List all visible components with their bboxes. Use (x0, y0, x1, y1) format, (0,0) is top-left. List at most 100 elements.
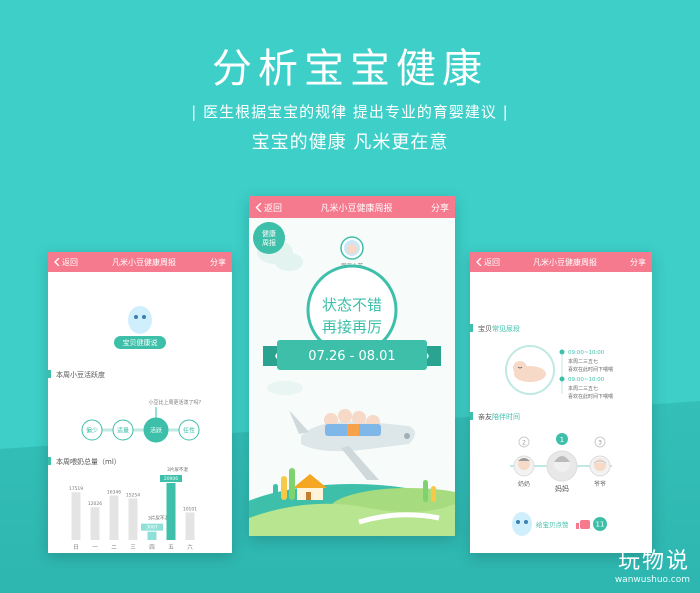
mother-avatar (546, 450, 578, 482)
bar (71, 492, 81, 540)
data-label: 16346 (107, 489, 121, 495)
section-marker (48, 457, 51, 465)
back-label: 返回 (484, 257, 500, 267)
tick-label: 五 (168, 544, 174, 551)
chevron-left-icon (476, 258, 482, 266)
back-button[interactable]: 返回 (54, 257, 78, 268)
rank-number: 1 (560, 436, 564, 444)
section-marker (470, 412, 473, 420)
milk-chart: 日 17519 一 12026 二 16346 三 15254 四 3067 3片尿不湿五 20906… (69, 466, 197, 551)
weekly-report-tag-line1: 健康 (262, 229, 276, 238)
family-title-highlight: 陪伴时间 (492, 412, 520, 421)
left-phone-screen: 返回 凡米小豆健康周报 分享 宝贝健康说 本周小豆活跃度 小豆比上周更活泼了吗？… (48, 252, 232, 553)
hero-title: 分析宝宝健康 (212, 46, 488, 92)
bar (109, 495, 119, 540)
left-phone-body: 宝贝健康说 本周小豆活跃度 小豆比上周更活泼了吗？ 偏少 适量 活跃 任性 本周喂奶总… (48, 306, 204, 551)
activity-question: 小豆比上周更活泼了吗？ (148, 399, 203, 406)
sleep-time: 09:00~10:00 (568, 377, 605, 383)
mascot-icon (128, 306, 152, 334)
left-phone-header: 返回 凡米小豆健康周报 分享 (48, 252, 232, 272)
status-line1: 状态不错 (322, 296, 382, 314)
bar (185, 512, 195, 540)
bar (128, 498, 138, 540)
right-phone-header: 返回 凡米小豆健康周报 分享 (470, 252, 652, 272)
milk-chart-title: 本周喂奶总量（ml） (56, 457, 121, 466)
tick-label: 二 (111, 545, 117, 551)
header-title: 凡米小豆健康周报 (533, 257, 597, 267)
right-phone-body: 宝贝常见尿段 09:00~10:00 本周二三五七 喜欢在此时间下喂喂 09:0… (470, 324, 613, 536)
sleep-time: 09:00~10:00 (568, 350, 605, 356)
like-label: 给宝贝点赞 (536, 520, 569, 529)
activity-level-label: 偏少 (86, 427, 98, 435)
chevron-left-icon (54, 258, 60, 266)
center-phone-body: 健康 周报 凤豆小花 状态不错 再接再厉 07.26 - 08.01 (249, 218, 455, 536)
center-phone-header: 返回 凡米小豆健康周报 分享 (249, 196, 455, 218)
grandma-avatar (513, 455, 535, 477)
weekly-report-tag-line2: 周报 (262, 238, 276, 247)
activity-title: 本周小豆活跃度 (56, 370, 105, 379)
timeline-dot (559, 349, 565, 355)
data-label: 20906 (164, 476, 178, 482)
activity-level-label: 活跃 (150, 427, 162, 435)
tick-label: 三 (130, 544, 136, 551)
data-label: 15254 (126, 492, 140, 498)
sleep-title-highlight: 常见尿段 (492, 324, 520, 333)
sleep-line2: 喜欢在此时间下喂喂 (568, 393, 613, 400)
share-button[interactable]: 分享 (630, 257, 646, 268)
grandpa-avatar (589, 455, 611, 477)
tick-label: 四 (149, 544, 155, 551)
bar (147, 531, 157, 540)
like-count: 11 (596, 521, 605, 529)
sleeping-baby-icon (505, 345, 555, 395)
family-name: 妈妈 (555, 484, 569, 493)
section-marker (470, 324, 473, 332)
timeline-dot (559, 376, 565, 382)
weekly-report-tag (253, 222, 285, 254)
share-button[interactable]: 分享 (431, 201, 449, 214)
data-label: 10101 (183, 506, 197, 512)
bar (90, 507, 100, 540)
like-mascot-icon (512, 512, 532, 536)
family-name: 奶奶 (518, 480, 530, 488)
back-label: 返回 (264, 203, 283, 214)
back-button[interactable]: 返回 (476, 257, 500, 268)
activity-level-label: 任性 (183, 427, 195, 435)
right-phone-screen: 返回 凡米小豆健康周报 分享 宝贝常见尿段 09:00~10:00 本周二三五七… (470, 252, 652, 553)
watermark-logo: 玩物说 (617, 549, 690, 574)
header-title: 凡米小豆健康周报 (320, 203, 393, 214)
sleep-line2: 喜欢在此时间下喂喂 (568, 366, 613, 373)
watermark-url: wanwushuo.com (614, 575, 690, 585)
data-label: 12026 (88, 501, 102, 507)
baby-face-skin (347, 244, 357, 254)
thumbs-up-icon[interactable] (576, 520, 590, 529)
mascot-label: 宝贝健康说 (123, 338, 158, 347)
sleep-line1: 本周二三五七 (568, 358, 598, 365)
family-title-prefix: 亲友 (478, 412, 492, 421)
tick-label: 日 (73, 544, 79, 551)
tick-label: 一 (92, 545, 98, 551)
hero-subtitle: | 医生根据宝宝的规律 提出专业的育婴建议 | (191, 103, 509, 121)
data-label: 3067 (146, 525, 158, 531)
watermark: 玩物说 wanwushuo.com (615, 543, 690, 585)
sleep-line1: 本周二三五七 (568, 385, 598, 392)
date-range: 07.26 - 08.01 (308, 349, 395, 364)
annotation: 3片尿不湿 (167, 466, 188, 473)
rank-number: 3 (598, 440, 602, 447)
header-title: 凡米小豆健康周报 (112, 257, 176, 267)
activity-level-label: 适量 (117, 427, 129, 435)
center-phone-screen: 返回 凡米小豆健康周报 分享 健康 周报 凤豆小花 状态不错 再接再厉 (249, 196, 455, 536)
sleep-title-prefix: 宝贝 (478, 324, 492, 333)
share-button[interactable]: 分享 (210, 257, 226, 268)
chevron-left-icon (255, 202, 262, 212)
family-name: 爷爷 (594, 480, 606, 488)
back-button[interactable]: 返回 (255, 201, 282, 214)
bar (166, 482, 176, 540)
back-label: 返回 (62, 257, 78, 267)
annotation: 3片尿不湿 (148, 515, 169, 522)
section-marker (48, 370, 51, 378)
status-line2: 再接再厉 (322, 318, 382, 336)
sleep-section-title: 宝贝常见尿段 (478, 324, 520, 333)
tick-label: 六 (187, 543, 193, 551)
hero-slogan: 宝宝的健康 凡米更在意 (251, 132, 449, 153)
data-label: 17519 (69, 486, 83, 492)
